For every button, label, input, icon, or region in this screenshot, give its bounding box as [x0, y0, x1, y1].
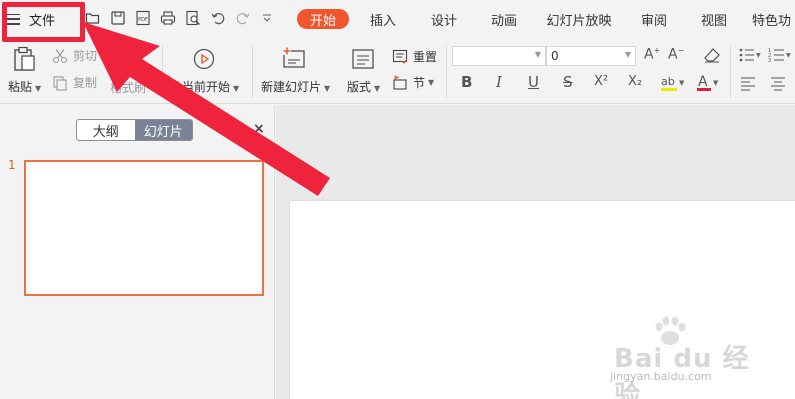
- wps-presentation-window: 文件 PDF 开始 插入 设计 动画 幻灯片放映 审阅 视图 特色功 粘贴 ▼ …: [0, 0, 795, 399]
- annotation-arrow: [83, 22, 330, 196]
